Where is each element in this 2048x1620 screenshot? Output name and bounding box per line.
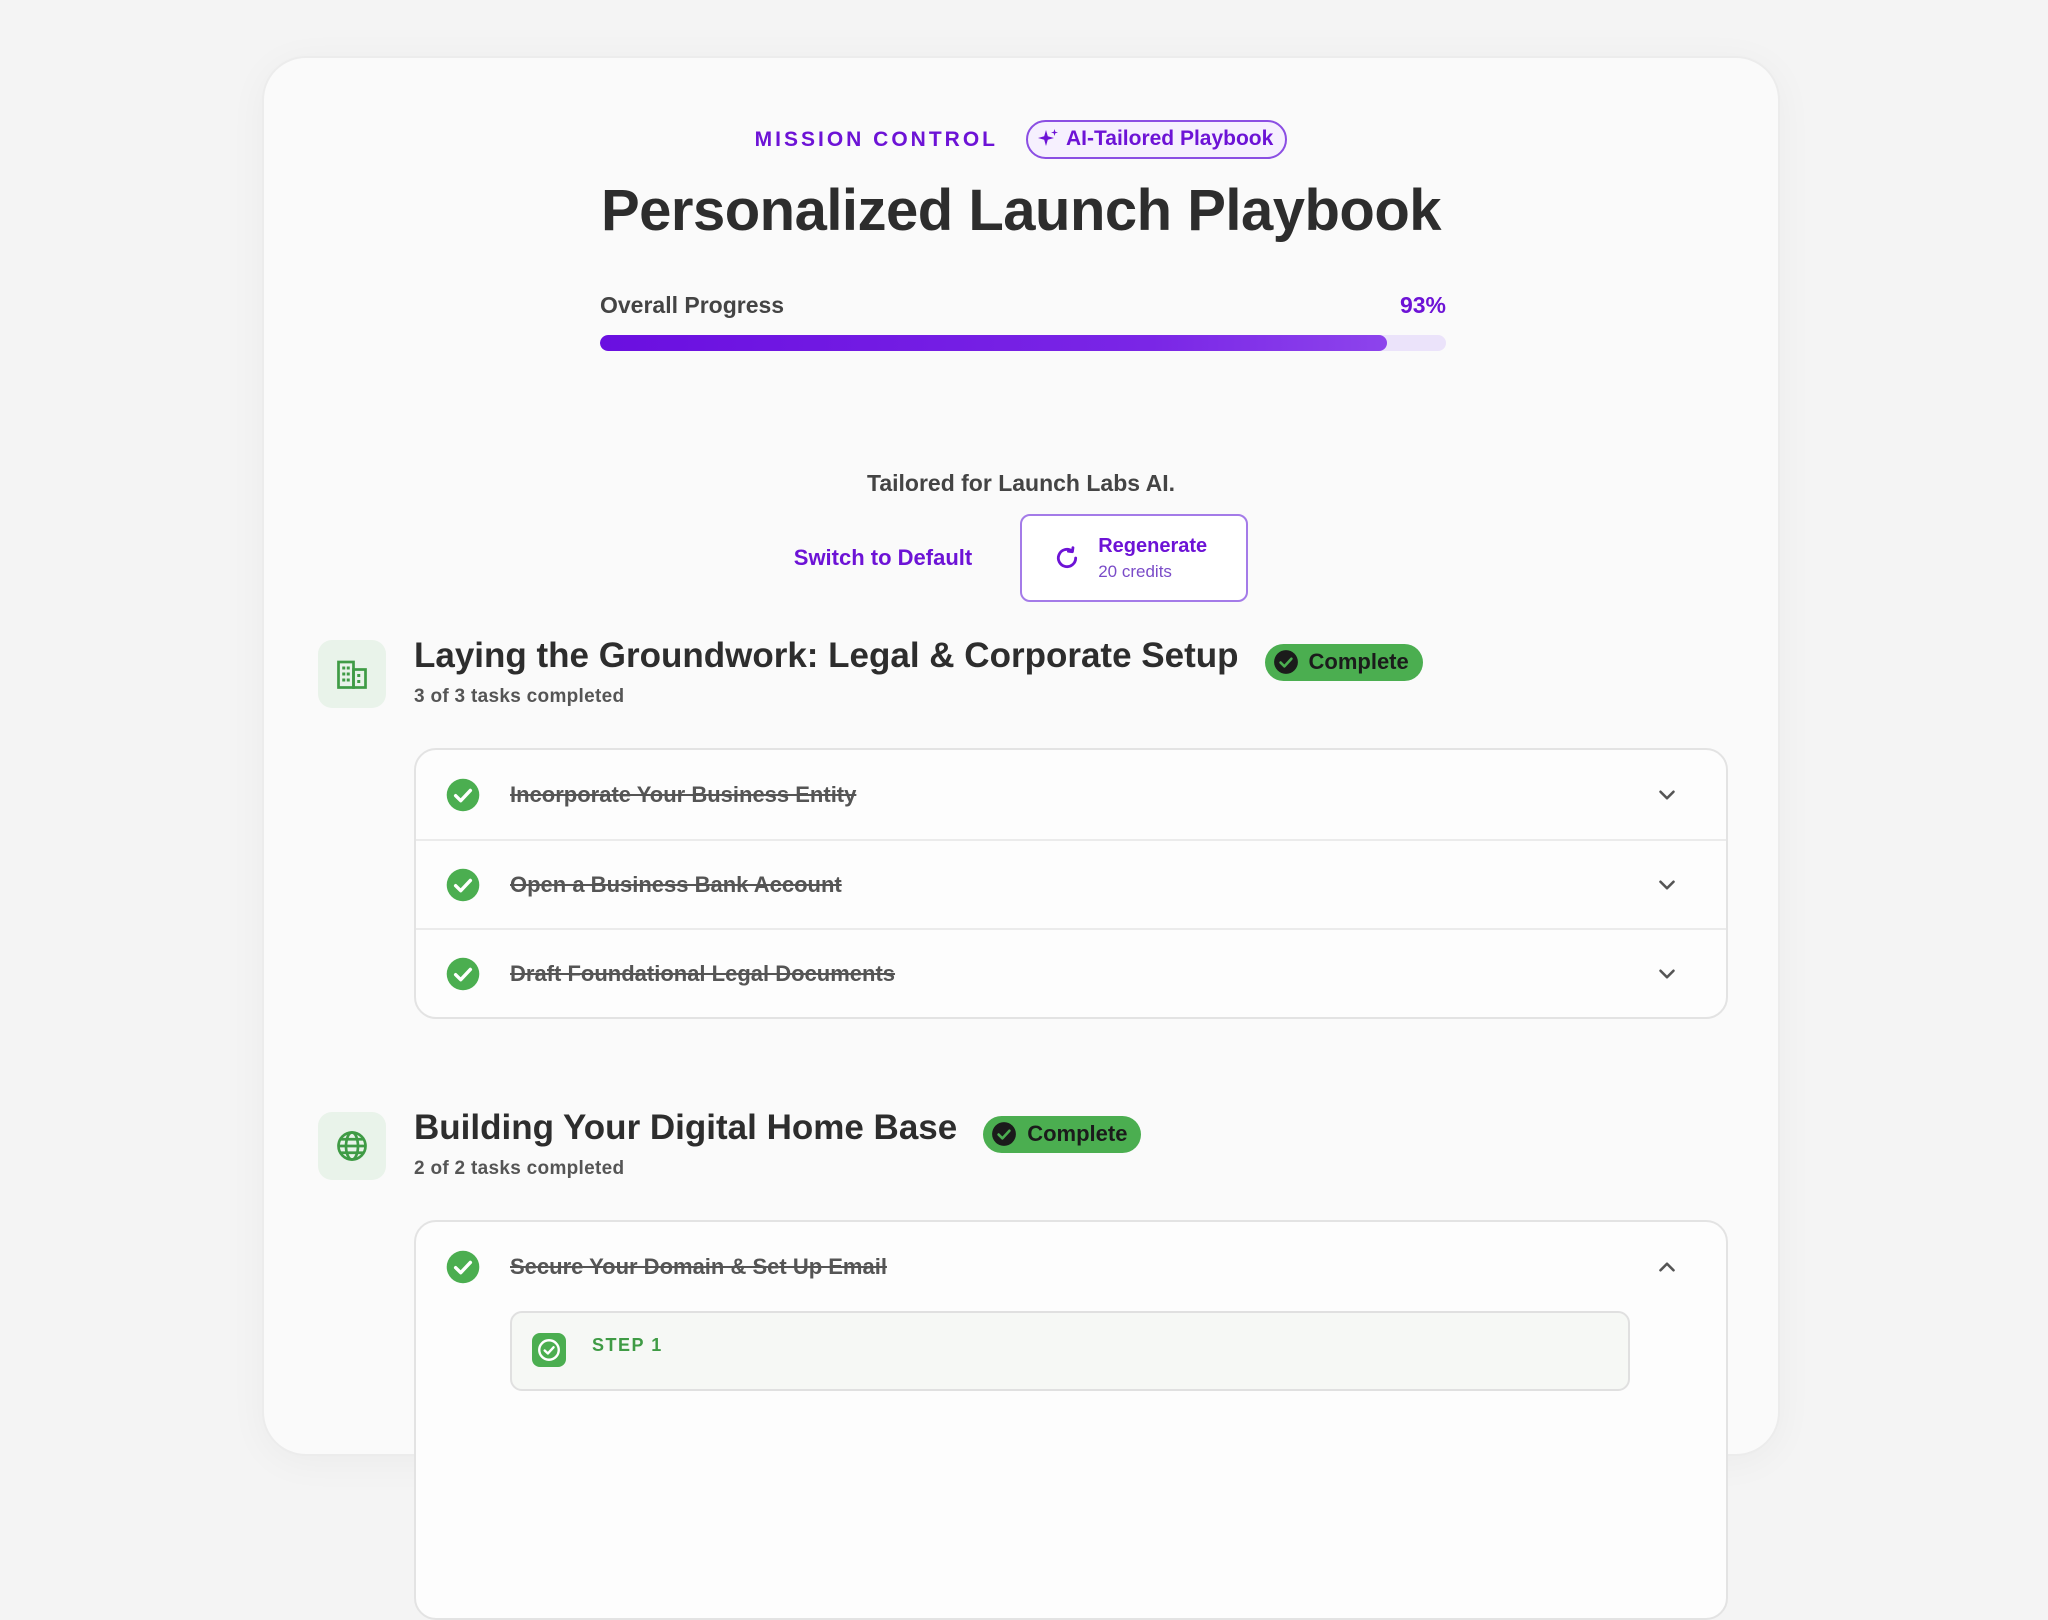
playbook-header: MISSION CONTROL AI-Tailored Playbook Per… [264,120,1778,244]
progress-fill [600,335,1387,351]
check-circle-icon[interactable] [446,778,480,812]
tailored-text: Tailored for Launch Labs AI. [867,470,1175,496]
status-label: Complete [1308,649,1409,674]
refresh-icon [1057,546,1078,569]
switch-to-default-button[interactable]: Switch to Default [794,545,972,571]
playbook-actions: Switch to Default Regenerate 20 credits [264,514,1778,602]
building-icon [337,660,367,689]
sparkle-icon [1038,129,1058,146]
overall-progress: Overall Progress 93% [600,292,1446,351]
check-circle-icon[interactable] [446,957,480,991]
regenerate-label: Regenerate [1098,534,1208,557]
check-circle-icon[interactable] [446,1250,480,1284]
section-header: Building Your Digital Home Base Complete [414,1102,1142,1153]
task-row[interactable]: Open a Business Bank Account [416,839,1726,928]
section-title: Laying the Groundwork: Legal & Corporate… [414,635,1239,675]
task-list: Secure Your Domain & Set Up Email STEP 1 [414,1220,1728,1620]
chevron-down-icon[interactable] [1654,961,1680,987]
eyebrow-row: MISSION CONTROL AI-Tailored Playbook [264,120,1778,159]
status-badge: Complete [983,1116,1142,1153]
page-title: Personalized Launch Playbook [600,178,1442,243]
status-label: Complete [1027,1121,1128,1146]
ai-badge-label: AI-Tailored Playbook [1066,127,1274,150]
check-circle-icon [992,1122,1017,1146]
step-check-icon[interactable] [532,1333,566,1367]
section-icon-tile [318,640,386,708]
step-label: STEP 1 [592,1335,663,1355]
progress-percent: 93% [1399,292,1446,318]
section-icon-tile [318,1112,386,1180]
chevron-up-icon[interactable] [1654,1254,1680,1280]
check-circle-icon [1273,650,1298,674]
section-title: Building Your Digital Home Base [414,1107,958,1147]
section-subtitle: 3 of 3 tasks completed [414,686,625,707]
task-list: Incorporate Your Business Entity Open a … [414,748,1728,1019]
section-subtitle: 2 of 2 tasks completed [414,1158,625,1179]
task-label: Draft Foundational Legal Documents [510,960,896,986]
ai-tailored-badge: AI-Tailored Playbook [1026,120,1288,159]
chevron-down-icon[interactable] [1654,782,1680,808]
task-row[interactable]: Draft Foundational Legal Documents [416,928,1726,1017]
chevron-down-icon[interactable] [1654,872,1680,898]
task-label: Open a Business Bank Account [510,871,842,897]
regenerate-cost: 20 credits [1098,561,1172,581]
task-label: Secure Your Domain & Set Up Email [510,1253,887,1279]
globe-icon [337,1131,367,1161]
regenerate-button[interactable]: Regenerate 20 credits [1020,514,1249,602]
progress-label: Overall Progress [600,292,785,318]
task-row[interactable]: Incorporate Your Business Entity [416,750,1726,839]
section-header: Laying the Groundwork: Legal & Corporate… [414,630,1423,681]
task-label: Incorporate Your Business Entity [510,781,857,807]
progress-track [600,335,1446,351]
eyebrow-label: MISSION CONTROL [754,127,998,151]
task-step: STEP 1 [510,1311,1630,1391]
playbook-card: MISSION CONTROL AI-Tailored Playbook Per… [262,56,1780,1620]
status-badge: Complete [1264,644,1423,681]
check-circle-icon[interactable] [446,868,480,902]
task-row[interactable]: Secure Your Domain & Set Up Email [416,1222,1726,1311]
